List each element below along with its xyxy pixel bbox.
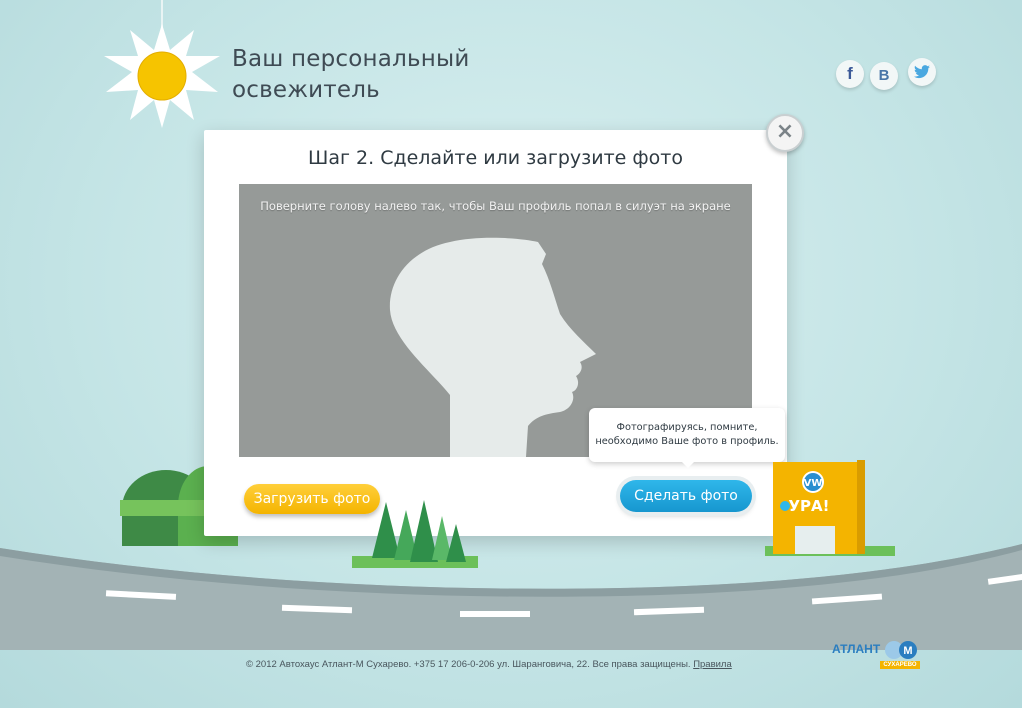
trees-decoration <box>352 500 478 568</box>
footer-copyright: © 2012 Автохаус Атлант-М Сухарево. +375 … <box>246 659 691 670</box>
footer: © 2012 Автохаус Атлант-М Сухарево. +375 … <box>246 659 732 670</box>
svg-text:M: M <box>903 645 912 657</box>
site-title: Ваш персональный освежитель <box>232 44 532 106</box>
twitter-icon[interactable] <box>908 58 936 86</box>
atlant-logo-text: АТЛАНТ <box>832 642 881 656</box>
svg-text:VW: VW <box>804 478 823 489</box>
twitter-bird-glyph <box>914 65 930 79</box>
site-title-line2: освежитель <box>232 77 380 103</box>
facebook-icon[interactable]: f <box>836 60 864 88</box>
tooltip-line2: необходимо Ваше фото в профиль. <box>595 436 779 447</box>
profile-silhouette <box>389 237 596 457</box>
camera-hint: Поверните голову налево так, чтобы Ваш п… <box>260 199 731 213</box>
modal-title: Шаг 2. Сделайте или загрузите фото <box>308 147 683 169</box>
take-photo-button[interactable]: Сделать фото <box>620 480 752 512</box>
rules-link[interactable]: Правила <box>693 659 732 670</box>
sun-icon <box>104 24 220 128</box>
gate-label: УРА! <box>788 497 830 515</box>
site-title-line1: Ваш персональный <box>232 46 470 72</box>
atlant-logo-icon: M <box>885 641 917 659</box>
atlant-logo-sub: СУХАРЕВО <box>880 661 920 669</box>
vkontakte-icon[interactable]: В <box>870 62 898 90</box>
tooltip-line1: Фотографируясь, помните, <box>616 422 758 433</box>
close-button[interactable]: × <box>766 114 804 152</box>
tooltip-arrow <box>680 460 696 468</box>
photo-tip-tooltip: Фотографируясь, помните, необходимо Ваше… <box>589 408 785 462</box>
